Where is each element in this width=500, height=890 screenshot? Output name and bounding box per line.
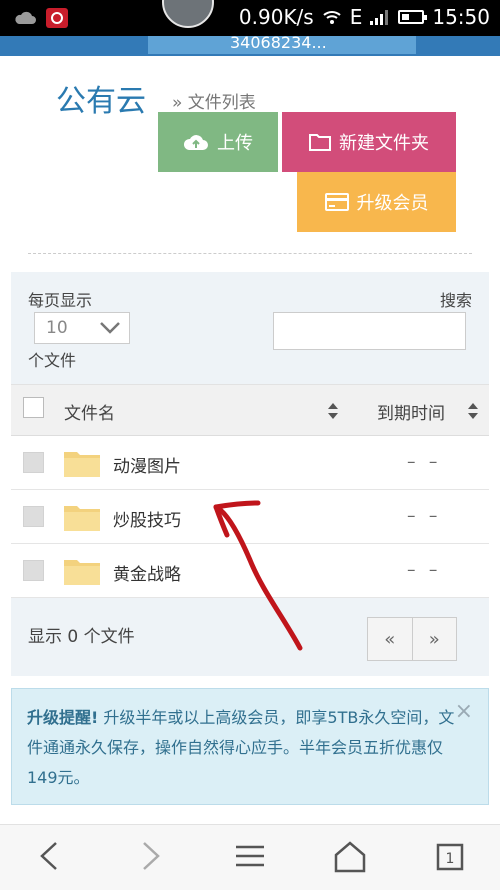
home-icon[interactable] bbox=[330, 839, 370, 873]
table-row[interactable]: 炒股技巧 – – bbox=[11, 490, 489, 544]
back-icon[interactable] bbox=[30, 839, 70, 873]
search-input[interactable] bbox=[273, 312, 466, 350]
file-name[interactable]: 动漫图片 bbox=[113, 452, 181, 477]
svg-text:1: 1 bbox=[446, 851, 455, 867]
chevron-down-icon bbox=[100, 322, 120, 334]
browser-nav-bar: 1 bbox=[0, 824, 500, 890]
app-notification-icon bbox=[46, 8, 68, 28]
network-type: E bbox=[349, 5, 363, 29]
cloud-icon bbox=[15, 11, 36, 24]
select-all-checkbox[interactable] bbox=[23, 397, 44, 418]
forward-icon[interactable] bbox=[130, 839, 170, 873]
upgrade-alert: 升级提醒! 升级半年或以上高级会员，即享5TB永久空间，文件通通永久保存，操作自… bbox=[11, 688, 489, 805]
pagination: « » bbox=[367, 617, 457, 661]
column-header-expiry[interactable]: 到期时间 bbox=[377, 399, 445, 424]
alert-body: 升级提醒! 升级半年或以上高级会员，即享5TB永久空间，文件通通永久保存，操作自… bbox=[27, 703, 467, 793]
cloud-upload-icon bbox=[183, 135, 208, 150]
table-row[interactable]: 黄金战略 – – bbox=[11, 544, 489, 598]
wifi-icon bbox=[323, 11, 341, 24]
row-checkbox[interactable] bbox=[23, 506, 44, 527]
clock: 15:50 bbox=[432, 5, 490, 29]
per-page-value: 10 bbox=[46, 318, 68, 338]
prev-page-button[interactable]: « bbox=[368, 618, 412, 660]
sort-icon[interactable] bbox=[327, 402, 339, 420]
status-bar: 0.90K/s E 15:50 bbox=[0, 0, 500, 36]
upgrade-button[interactable]: 升级会员 bbox=[297, 172, 456, 232]
close-icon[interactable]: × bbox=[455, 699, 473, 724]
file-name[interactable]: 黄金战略 bbox=[113, 560, 181, 585]
page-title: 公有云 bbox=[56, 84, 146, 119]
per-page-suffix: 个文件 bbox=[28, 351, 77, 370]
signal-icon bbox=[370, 10, 389, 25]
folder-icon bbox=[64, 452, 100, 477]
battery-icon bbox=[398, 10, 428, 24]
credit-card-icon bbox=[324, 193, 349, 211]
network-speed: 0.90K/s bbox=[238, 5, 314, 29]
header-user-id: 34068234... bbox=[230, 36, 327, 50]
alert-title: 升级提醒! bbox=[27, 708, 99, 727]
per-page-select[interactable]: 10 bbox=[34, 312, 130, 344]
column-header-filename[interactable]: 文件名 bbox=[64, 399, 115, 424]
upgrade-label: 升级会员 bbox=[356, 193, 429, 214]
file-expiry: – – bbox=[407, 560, 442, 580]
upload-label: 上传 bbox=[217, 133, 253, 154]
next-page-button[interactable]: » bbox=[411, 618, 456, 660]
search-label: 搜索 bbox=[439, 291, 472, 310]
row-checkbox[interactable] bbox=[23, 452, 44, 473]
new-folder-button[interactable]: 新建文件夹 bbox=[282, 112, 456, 172]
tabs-icon[interactable]: 1 bbox=[430, 839, 470, 873]
menu-icon[interactable] bbox=[230, 839, 270, 873]
file-name[interactable]: 炒股技巧 bbox=[113, 506, 181, 531]
showing-count: 显示 0 个文件 bbox=[28, 627, 135, 647]
sort-icon[interactable] bbox=[467, 402, 479, 420]
folder-icon bbox=[64, 506, 100, 531]
divider bbox=[28, 253, 472, 254]
folder-icon bbox=[309, 134, 331, 151]
per-page-label: 每页显示 bbox=[28, 291, 93, 310]
folder-icon bbox=[64, 560, 100, 585]
upload-button[interactable]: 上传 bbox=[158, 112, 278, 172]
row-checkbox[interactable] bbox=[23, 560, 44, 581]
file-expiry: – – bbox=[407, 452, 442, 472]
new-folder-label: 新建文件夹 bbox=[339, 133, 429, 154]
file-expiry: – – bbox=[407, 506, 442, 526]
breadcrumb: » 文件列表 bbox=[172, 93, 256, 113]
table-row[interactable]: 动漫图片 – – bbox=[11, 436, 489, 490]
